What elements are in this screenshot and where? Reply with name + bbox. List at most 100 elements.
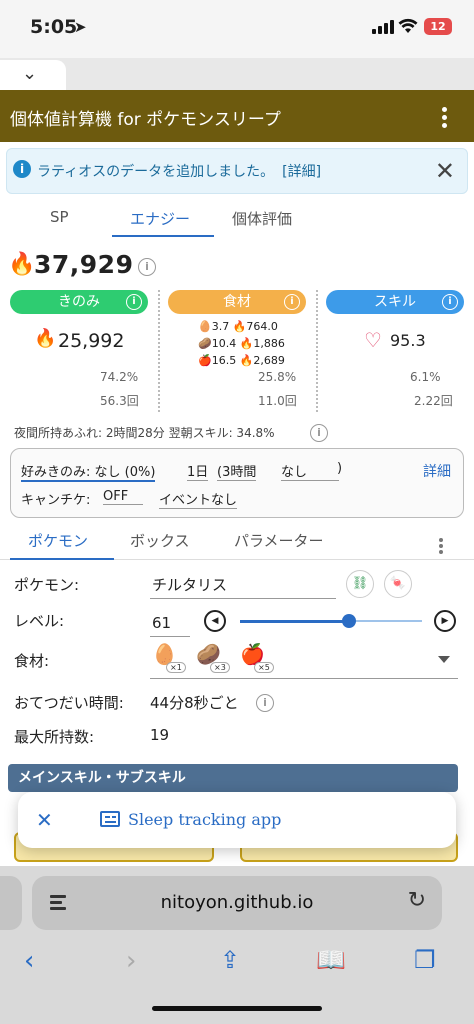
energy-total-value: 37,929 (34, 250, 134, 279)
browser-toolbar: nitoyon.github.io ↻ ‹ › ⇪ 📖 ❐ (0, 866, 474, 1024)
tab-pokemon[interactable]: ポケモン (28, 530, 88, 551)
berry-info-icon[interactable]: i (126, 294, 142, 310)
ingredient-row: 🥔10.4 🔥1,886 (198, 337, 285, 350)
pokemon-input[interactable]: チルタリス (152, 574, 227, 595)
help-time-label: おてつだい時間: (14, 694, 124, 712)
tabs-icon[interactable]: ❐ (414, 946, 436, 974)
ingredient-times: 11.0回 (258, 394, 297, 408)
favorite-berry-select[interactable]: 好みきのみ: なし (0%) (21, 461, 156, 482)
share-icon[interactable]: ⇪ (220, 946, 240, 974)
pokemon-label: ポケモン: (14, 576, 80, 594)
browser-tab-strip: ⌄ (0, 58, 474, 90)
alert-detail-link[interactable]: [詳細] (282, 164, 321, 180)
skill-value: 95.3 (390, 331, 426, 350)
tab-parameter[interactable]: パラメーター (234, 530, 324, 551)
ingredient-info-icon[interactable]: i (284, 294, 300, 310)
skill-label: スキル (374, 294, 416, 310)
collapse-tab-button[interactable]: ⌄ (0, 60, 66, 90)
level-slider-fill (240, 620, 350, 623)
address-bar[interactable]: nitoyon.github.io ↻ (32, 876, 442, 930)
tab-sp[interactable]: SP (50, 208, 69, 226)
apple-icon: 🍎 ×5 (240, 642, 274, 673)
location-arrow-icon: ➤ (74, 18, 87, 36)
camp-label: キャンチケ: (21, 493, 91, 508)
app-bar: 個体値計算機 for ポケモンスリープ (0, 90, 474, 142)
skill-pill: スキル i (326, 290, 464, 314)
heart-icon: ♡ (364, 328, 382, 352)
newspaper-icon (100, 811, 120, 827)
reload-icon[interactable]: ↻ (408, 888, 426, 913)
settings-panel: 好みきのみ: なし (0%) 1日 (3時間 なし ) 詳細 キャンチケ: OF… (10, 448, 464, 518)
level-slider-thumb[interactable] (342, 614, 357, 628)
home-indicator (152, 1006, 322, 1011)
candy-icon[interactable]: 🍬 (384, 570, 412, 598)
berry-label: きのみ (58, 294, 100, 310)
previous-tab-chip[interactable] (0, 876, 22, 930)
help-time-info-icon[interactable]: i (256, 694, 274, 712)
close-icon[interactable]: ✕ (36, 808, 53, 832)
apple-icon: 🍎 (198, 354, 212, 367)
ingredient-label: 食材 (223, 294, 251, 310)
tab-indicator (112, 235, 214, 237)
tab-box[interactable]: ボックス (130, 530, 190, 551)
more-options-button[interactable] (439, 536, 444, 556)
tab-energy[interactable]: エナジー (130, 208, 190, 229)
skills-section-header: メインスキル・サブスキル (8, 764, 458, 792)
cellular-signal-icon (372, 20, 394, 34)
app-banner[interactable]: ✕ Sleep tracking app (18, 792, 456, 848)
status-time: 5:05 (30, 16, 78, 38)
divider (316, 290, 318, 412)
ingredient-percent: 25.8% (258, 370, 297, 384)
dropdown-caret-icon[interactable] (438, 656, 450, 663)
level-decrease-button[interactable]: ◀ (204, 610, 226, 632)
wifi-icon (398, 18, 418, 33)
energy-info-icon[interactable]: i (138, 258, 156, 276)
overnight-status: 夜間所持あふれ: 2時間28分 翌朝スキル: 34.8% (14, 426, 275, 440)
status-bar: 5:05 ➤ 12 (0, 0, 474, 58)
event-select[interactable]: イベントなし (159, 489, 238, 509)
banner-text[interactable]: Sleep tracking app (128, 810, 281, 829)
hours-select[interactable]: (3時間 (217, 461, 257, 481)
skill-times: 2.22回 (414, 394, 453, 408)
flame-icon: 🔥 (239, 337, 254, 350)
flame-icon: 🔥 (239, 354, 254, 367)
ingredients-label: 食材: (14, 652, 50, 670)
potato-icon: 🥔 (198, 337, 212, 350)
level-label: レベル: (14, 612, 65, 630)
tab-indicator (10, 558, 114, 560)
camp-select[interactable]: OFF (103, 489, 143, 505)
alert-message: ラティオスのデータを追加しました。 (37, 164, 275, 180)
flame-icon: 🔥 (232, 320, 247, 333)
level-increase-button[interactable]: ▶ (434, 610, 456, 632)
bookmarks-icon[interactable]: 📖 (316, 946, 346, 974)
skill-info-icon[interactable]: i (442, 294, 458, 310)
evolution-tree-icon[interactable]: ⛓ (346, 570, 374, 598)
flame-icon: 🔥 (8, 252, 36, 277)
tab-evaluation[interactable]: 個体評価 (232, 208, 292, 229)
status-info-icon[interactable]: i (310, 424, 328, 442)
skill-percent: 6.1% (410, 370, 441, 384)
info-alert: i ラティオスのデータを追加しました。 [詳細] ✕ (6, 148, 468, 194)
ingredient-rows: 🥚3.7 🔥764.0 🥔10.4 🔥1,886 🍎16.5 🔥2,689 (198, 318, 285, 369)
day-select[interactable]: 1日 (187, 461, 209, 481)
berry-percent: 74.2% (100, 370, 139, 384)
paren-close: ) (337, 461, 343, 476)
url-text[interactable]: nitoyon.github.io (32, 892, 442, 913)
max-carry-label: 最大所持数: (14, 728, 95, 746)
settings-detail-link[interactable]: 詳細 (423, 461, 451, 481)
egg-icon: 🥚 ×1 (152, 642, 186, 673)
forward-icon: › (126, 946, 137, 976)
level-input[interactable]: 61 (152, 614, 171, 632)
app-menu-button[interactable] (442, 104, 448, 131)
ingredients-select[interactable] (150, 678, 458, 679)
sleep-select[interactable]: なし (281, 461, 339, 481)
info-icon: i (13, 160, 31, 178)
energy-breakdown: きのみ i 🔥 25,992 74.2% 56.3回 食材 i 🥚3.7 🔥76… (0, 290, 474, 412)
close-icon[interactable]: ✕ (435, 157, 455, 185)
back-icon[interactable]: ‹ (24, 946, 34, 976)
app-title: 個体値計算機 for ポケモンスリープ (10, 110, 281, 130)
ingredient-pill: 食材 i (168, 290, 306, 314)
berry-pill: きのみ i (10, 290, 148, 314)
berry-times: 56.3回 (100, 394, 139, 408)
flame-icon: 🔥 (34, 328, 57, 349)
